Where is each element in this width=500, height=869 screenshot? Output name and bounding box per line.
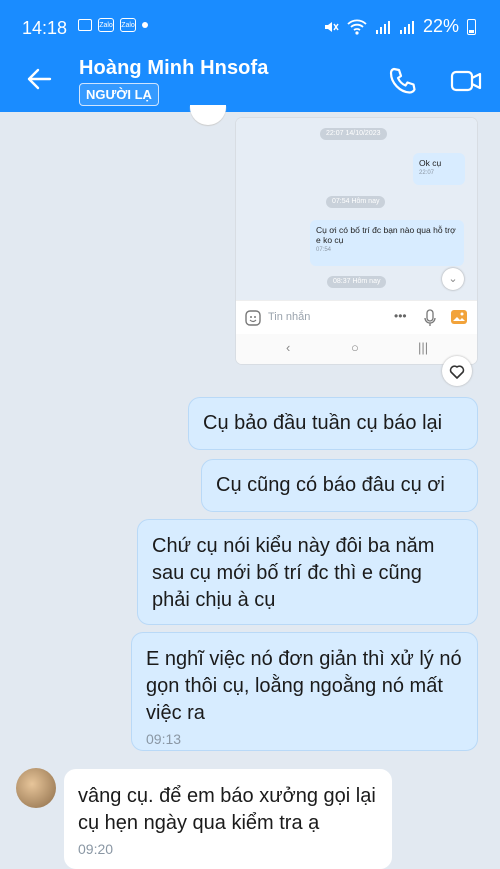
phone-icon[interactable] <box>385 64 419 98</box>
zalo-icon: Zalo <box>98 18 114 32</box>
message-time: 09:13 <box>146 731 182 747</box>
notification-dot-icon <box>142 22 148 28</box>
message-text: Cụ cũng có báo đâu cụ ơi <box>216 474 445 496</box>
nav-recents-icon: ||| <box>418 340 429 355</box>
date-stamp: 08:37 Hôm nay <box>327 276 387 288</box>
more-icon: ••• <box>394 309 407 323</box>
message-bubble-sent[interactable]: Cụ bảo đầu tuần cụ báo lại <box>188 397 478 450</box>
message-text: vâng cụ. để em báo xưởng gọi lại cụ hẹn … <box>78 785 376 834</box>
date-stamp: 07:54 Hôm nay <box>326 196 386 208</box>
image-icon <box>451 310 467 324</box>
message-text: Chứ cụ nói kiểu này đôi ba năm sau cụ mớ… <box>152 535 435 611</box>
message-text: Cụ bảo đầu tuần cụ báo lại <box>203 412 443 434</box>
screenshot-chat-area <box>236 118 477 300</box>
gallery-icon <box>78 19 92 31</box>
screenshot-message: Cụ ơi có bố trí đc bạn nào qua hỗ trợ e … <box>310 220 464 266</box>
screenshot-input-bar: Tin nhắn ••• <box>236 300 477 335</box>
battery-icon <box>467 18 476 35</box>
signal-icon <box>375 20 390 34</box>
scroll-down-icon: ⌄ <box>442 268 464 290</box>
message-bubble-received[interactable]: vâng cụ. để em báo xưởng gọi lại cụ hẹn … <box>64 769 392 869</box>
contact-name[interactable]: Hoàng Minh Hnsofa <box>79 57 268 80</box>
message-time: 09:20 <box>78 841 114 857</box>
wifi-icon <box>347 19 367 35</box>
nav-back-icon: ‹ <box>286 340 291 355</box>
zalo-icon: Zalo <box>120 18 136 32</box>
screenshot-message-time: 07:54 <box>316 247 332 253</box>
message-bubble-sent[interactable]: Chứ cụ nói kiểu này đôi ba năm sau cụ mớ… <box>137 519 478 625</box>
previous-message-avatar <box>190 105 226 125</box>
screenshot-input-placeholder: Tin nhắn <box>268 311 311 323</box>
back-arrow-icon[interactable] <box>24 64 54 94</box>
nav-home-icon: ○ <box>351 340 359 355</box>
screenshot-message-time: 22:07 <box>419 170 435 176</box>
status-time: 14:18 <box>22 18 68 38</box>
sticker-icon <box>245 310 261 326</box>
message-text: E nghĩ việc nó đơn giản thì xử lý nó gọn… <box>146 648 462 724</box>
message-bubble-sent[interactable]: Cụ cũng có báo đâu cụ ơi <box>201 459 478 512</box>
status-bar: 14:18 Zalo Zalo 22% <box>0 0 500 50</box>
screenshot-nav-bar: ‹ ○ ||| <box>236 334 477 364</box>
screenshot-image-message[interactable]: 22:07 14/10/2023 Ok cụ 22:07 07:54 Hôm n… <box>236 118 477 364</box>
heart-react-icon[interactable] <box>442 356 472 386</box>
screenshot-message-text: Cụ ơi có bố trí đc bạn nào qua hỗ trợ e … <box>316 225 456 245</box>
status-app-icons: Zalo Zalo <box>78 18 148 32</box>
signal-icon <box>399 20 414 34</box>
status-right: 22% <box>323 16 476 37</box>
contact-avatar[interactable] <box>16 768 56 808</box>
stranger-badge: NGƯỜI LẠ <box>79 83 159 106</box>
chat-header: Hoàng Minh Hnsofa NGƯỜI LẠ <box>0 50 500 112</box>
message-bubble-sent[interactable]: E nghĩ việc nó đơn giản thì xử lý nó gọn… <box>131 632 478 751</box>
screenshot-message-text: Ok cụ <box>419 158 442 168</box>
screenshot-message: Ok cụ 22:07 <box>413 153 465 185</box>
date-stamp: 22:07 14/10/2023 <box>320 128 387 140</box>
battery-percent: 22% <box>422 16 459 36</box>
video-camera-icon[interactable] <box>449 64 483 98</box>
mute-icon <box>324 21 339 32</box>
microphone-icon <box>424 309 436 326</box>
